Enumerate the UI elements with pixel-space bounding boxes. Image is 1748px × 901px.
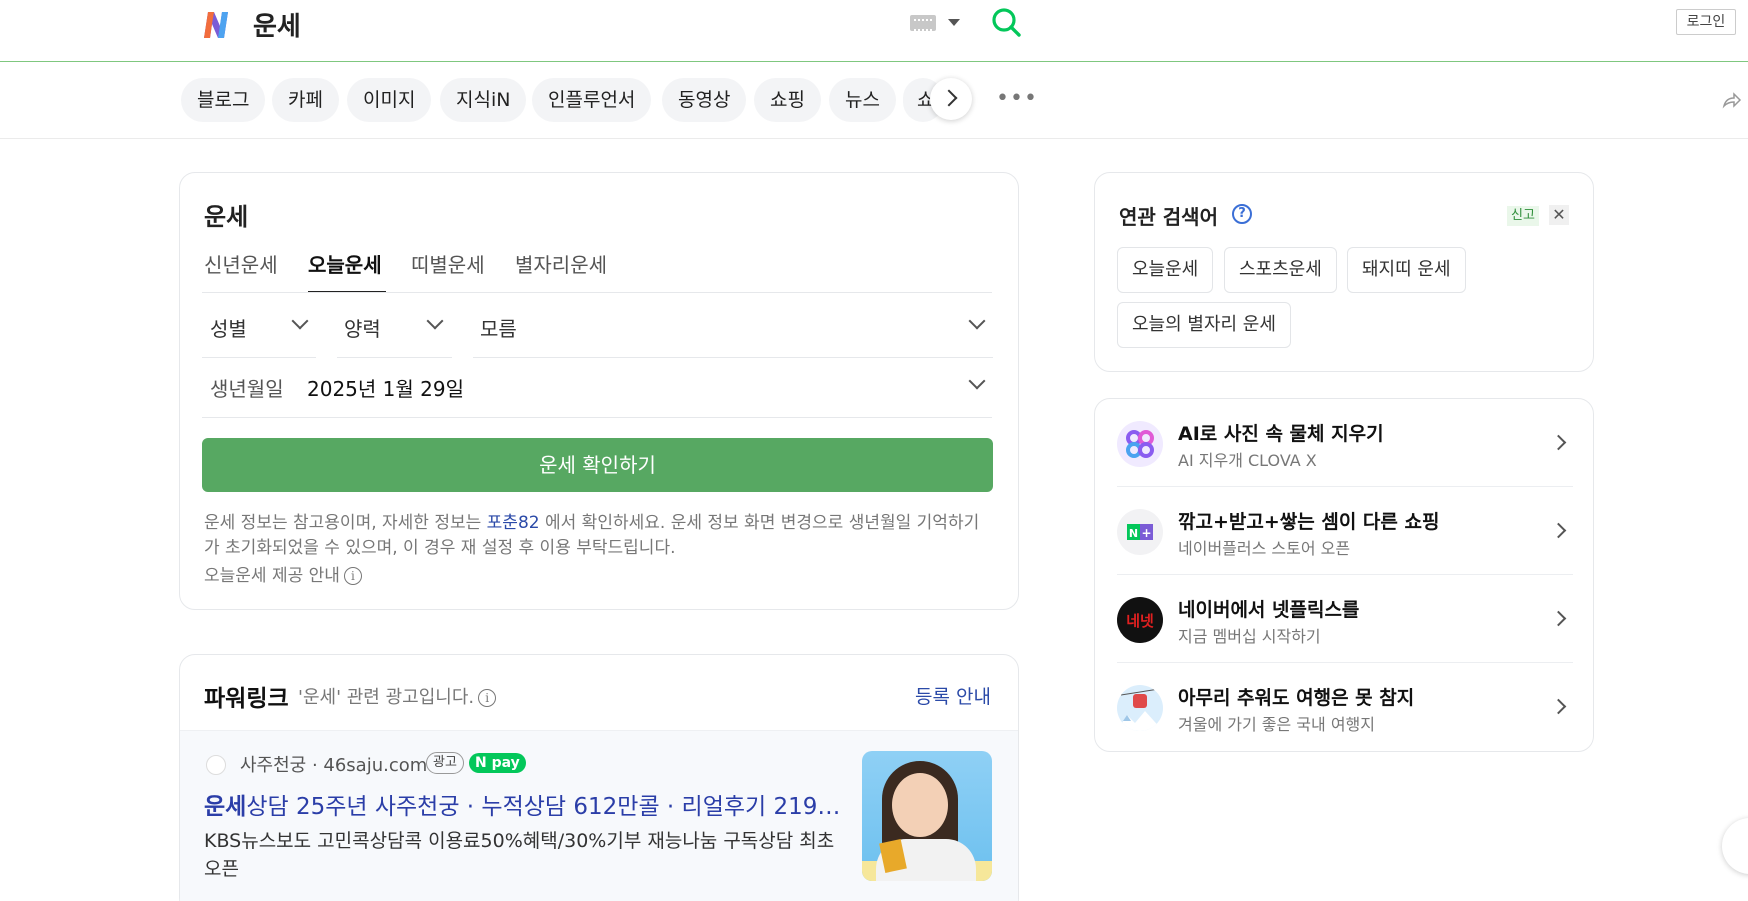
- ad-title-text: 상담 25주년 사주천궁 · 누적상담 612만콜 · 리얼후기 219만...: [246, 794, 854, 820]
- ad-title-highlight: 운세: [204, 794, 247, 820]
- netflix-icon: 네넷: [1117, 597, 1163, 643]
- chevron-down-icon: [968, 372, 986, 390]
- info-icon: i: [343, 567, 362, 585]
- search-header: 운세 로그인: [0, 0, 1748, 62]
- birth-time-select-value: 모름: [480, 317, 517, 341]
- tab-kin[interactable]: 지식iN: [440, 78, 527, 122]
- help-icon[interactable]: ?: [1232, 204, 1252, 224]
- related-title: 연관 검색어: [1119, 205, 1218, 229]
- tab-news[interactable]: 뉴스: [829, 78, 896, 122]
- site-favicon-icon: [206, 755, 226, 775]
- tab-today-fortune[interactable]: 오늘운세: [308, 249, 382, 278]
- confirm-fortune-button[interactable]: 운세 확인하기: [202, 438, 993, 492]
- ad-site[interactable]: 사주천궁 · 46saju.com: [240, 751, 427, 777]
- select-underline: [337, 357, 452, 358]
- ad-image-part: [892, 773, 948, 837]
- share-icon[interactable]: [1722, 90, 1742, 110]
- tab-blog[interactable]: 블로그: [181, 78, 266, 122]
- birthdate-value: 2025년 1월 29일: [307, 377, 464, 401]
- promo-title: 아무리 추워도 여행은 못 참지: [1178, 687, 1415, 709]
- promo-item[interactable]: 아무리 추워도 여행은 못 참지 겨울에 가기 좋은 국내 여행지: [1117, 663, 1573, 751]
- promo-item[interactable]: 네넷 네이버에서 넷플릭스를 지금 멤버십 시작하기: [1117, 575, 1573, 663]
- npay-badge: N pay: [469, 753, 526, 773]
- chevron-right-icon: [1550, 434, 1567, 451]
- tab-cafe[interactable]: 카페: [272, 78, 339, 122]
- power-link-desc-text: '운세' 관련 광고입니다.: [298, 687, 475, 708]
- related-chip[interactable]: 돼지띠 운세: [1347, 247, 1466, 293]
- login-button[interactable]: 로그인: [1676, 9, 1736, 35]
- keyboard-icon[interactable]: [910, 15, 936, 31]
- chevron-right-icon: [1550, 698, 1567, 715]
- promo-subtitle: 네이버플러스 스토어 오픈: [1178, 539, 1351, 558]
- fortune82-link[interactable]: 포춘82: [487, 513, 540, 533]
- promo-title: AI로 사진 속 물체 지우기: [1178, 423, 1384, 445]
- travel-icon: [1117, 685, 1163, 731]
- select-underline: [202, 357, 316, 358]
- ad-description: KBS뉴스보도 고민콕상담콕 이용료50%혜택/30%기부 재능나눔 구독상담 …: [204, 830, 835, 880]
- power-link-title: 파워링크: [204, 686, 289, 712]
- dropdown-arrow-icon[interactable]: [948, 19, 960, 26]
- promo-item[interactable]: AI로 사진 속 물체 지우기 AI 지우개 CLOVA X: [1117, 399, 1573, 487]
- chevron-down-icon: [426, 312, 444, 330]
- promo-item[interactable]: N + 깎고+받고+쌓는 셈이 다른 쇼핑 네이버플러스 스토어 오픈: [1117, 487, 1573, 575]
- related-chip[interactable]: 스포츠운세: [1224, 247, 1337, 293]
- related-searches-card: 연관 검색어 ? 신고 ✕ 오늘운세 스포츠운세 돼지띠 운세 오늘의 별자리 …: [1094, 172, 1594, 372]
- netflix-icon-text: 네넷: [1126, 612, 1154, 630]
- chevron-down-icon: [291, 312, 309, 330]
- info-icon[interactable]: i: [478, 689, 497, 707]
- chevron-down-icon: [968, 312, 986, 330]
- close-icon[interactable]: ✕: [1549, 205, 1569, 225]
- fortune-title: 운세: [204, 203, 249, 231]
- promo-subtitle: AI 지우개 CLOVA X: [1178, 451, 1317, 470]
- search-query[interactable]: 운세: [253, 6, 301, 43]
- calendar-select-value: 양력: [344, 317, 381, 341]
- fortune-notice: 운세 정보는 참고용이며, 자세한 정보는 포춘82 에서 확인하세요. 운세 …: [204, 511, 994, 561]
- tab-influencer[interactable]: 인플루언서: [532, 78, 652, 122]
- ad-badge: 광고: [426, 752, 464, 774]
- provider-label: 오늘운세 제공 안내: [204, 566, 340, 586]
- promo-subtitle: 겨울에 가기 좋은 국내 여행지: [1178, 715, 1375, 734]
- tabs-next-button[interactable]: [930, 78, 972, 120]
- tab-new-year-fortune[interactable]: 신년운세: [204, 249, 278, 278]
- promo-title: 깎고+받고+쌓는 셈이 다른 쇼핑: [1178, 511, 1440, 533]
- promo-subtitle: 지금 멤버십 시작하기: [1178, 627, 1321, 646]
- divider: [202, 417, 992, 418]
- chevron-right-icon: [1550, 522, 1567, 539]
- divider: [202, 292, 992, 293]
- svg-text:N: N: [1129, 527, 1138, 540]
- select-underline: [473, 357, 993, 358]
- power-link-card: 파워링크 '운세' 관련 광고입니다. i 등록 안내 사주천궁 · 46saju…: [179, 654, 1019, 901]
- register-guide-link[interactable]: 등록 안내: [915, 682, 991, 709]
- tab-image[interactable]: 이미지: [347, 78, 432, 122]
- ad-title-link[interactable]: 운세상담 25주년 사주천궁 · 누적상담 612만콜 · 리얼후기 219만.…: [204, 787, 854, 821]
- power-link-header: 파워링크 '운세' 관련 광고입니다. i 등록 안내: [180, 655, 1018, 731]
- promotions-card: AI로 사진 속 물체 지우기 AI 지우개 CLOVA X N + 깎고+받고+…: [1094, 398, 1594, 752]
- search-icon[interactable]: [990, 6, 1022, 38]
- birthdate-label: 생년월일: [210, 377, 284, 401]
- tab-zodiac-fortune[interactable]: 띠별운세: [411, 249, 485, 278]
- related-chip[interactable]: 오늘운세: [1117, 247, 1214, 293]
- report-button[interactable]: 신고: [1507, 206, 1539, 226]
- naver-logo-icon[interactable]: [200, 8, 236, 42]
- tab-shopping[interactable]: 쇼핑: [754, 78, 821, 122]
- provider-info[interactable]: 오늘운세 제공 안내 i: [204, 561, 362, 586]
- search-tabs: 블로그 카페 이미지 지식iN 인플루언서 동영상 쇼핑 뉴스 쇼 •••: [0, 62, 1748, 139]
- svg-text:+: +: [1141, 526, 1151, 540]
- chevron-right-icon: [1550, 610, 1567, 627]
- ad-item: 사주천궁 · 46saju.com 광고 N pay 운세상담 25주년 사주천…: [180, 731, 1018, 901]
- power-link-desc: '운세' 관련 광고입니다. i: [298, 683, 497, 709]
- gender-select-value: 성별: [210, 317, 247, 341]
- tab-video[interactable]: 동영상: [662, 78, 747, 122]
- naver-plus-icon: N +: [1117, 509, 1163, 555]
- ad-thumbnail[interactable]: [862, 751, 992, 881]
- notice-text: 운세 정보는 참고용이며, 자세한 정보는: [204, 513, 487, 533]
- fortune-card: 운세 신년운세 오늘운세 띠별운세 별자리운세 성별 양력 모름 생년월일 20…: [179, 172, 1019, 610]
- related-chip[interactable]: 오늘의 별자리 운세: [1117, 302, 1291, 348]
- promo-title: 네이버에서 넷플릭스를: [1178, 599, 1360, 621]
- tab-constellation-fortune[interactable]: 별자리운세: [515, 249, 607, 278]
- scroll-top-button[interactable]: [1722, 818, 1748, 874]
- clova-icon: [1117, 421, 1163, 467]
- more-icon[interactable]: •••: [996, 86, 1038, 111]
